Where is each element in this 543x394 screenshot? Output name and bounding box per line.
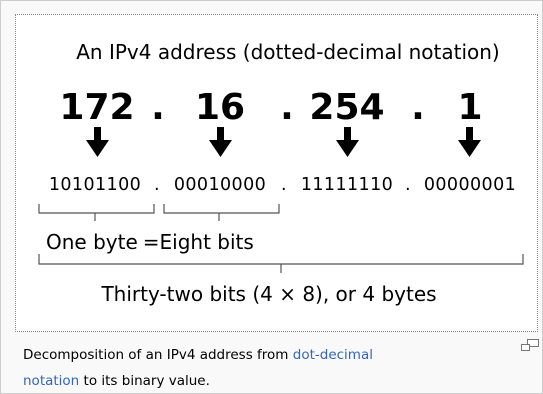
binary-separator: . [154,175,160,195]
dot-decimal-link[interactable]: dot-decimal [293,347,373,363]
caption-text-end: to its binary value. [79,373,210,389]
figure-caption: Decomposition of an IPv4 address from do… [23,342,483,394]
octet-2: 16 [195,87,245,128]
down-arrow-icon [458,127,481,157]
caption-text: Decomposition of an IPv4 address from [23,347,293,363]
diagram-heading: An IPv4 address (dotted-decimal notation… [76,40,500,64]
down-arrow-icon [209,127,232,157]
binary-octet-2: 00010000 [174,175,266,195]
octet-1: 172 [59,87,134,128]
down-arrow-icon [336,127,359,157]
octet-dot-1: . [151,87,165,128]
magnify-icon[interactable] [521,339,539,353]
eight-bits-bracket [163,204,280,221]
ipv4-diagram: An IPv4 address (dotted-decimal notation… [38,40,524,306]
octet-dot-2: . [280,87,294,128]
down-arrow-icon [86,127,109,157]
binary-octet-1: 10101100 [49,175,141,195]
notation-link[interactable]: notation [23,373,79,389]
binary-separator: . [405,175,411,195]
byte-label: One byte =Eight bits [46,230,254,254]
binary-octet-3: 11111110 [301,175,393,195]
total-bracket [38,254,524,273]
octet-3: 254 [309,87,384,128]
binary-separator: . [281,175,287,195]
byte-bracket [38,204,155,221]
binary-octet-4: 00000001 [424,175,516,195]
total-label: Thirty-two bits (4 × 8), or 4 bytes [100,282,436,306]
octet-4: 1 [457,87,482,128]
figure-thumbnail: An IPv4 address (dotted-decimal notation… [0,0,543,394]
octet-dot-3: . [411,87,425,128]
